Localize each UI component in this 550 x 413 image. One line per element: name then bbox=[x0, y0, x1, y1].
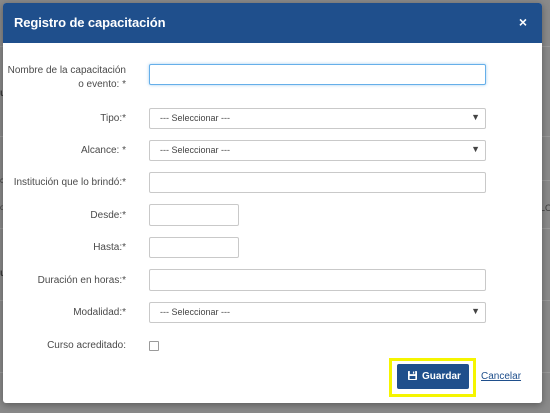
institucion-input[interactable] bbox=[149, 172, 486, 193]
tipo-select[interactable]: --- Seleccionar --- ▼ bbox=[149, 108, 486, 129]
floppy-disk-icon bbox=[408, 371, 417, 380]
alcance-select[interactable]: --- Seleccionar --- ▼ bbox=[149, 140, 486, 161]
tipo-selected-value: --- Seleccionar --- bbox=[160, 113, 231, 123]
modalidad-selected-value: --- Seleccionar --- bbox=[160, 307, 231, 317]
modalidad-select[interactable]: --- Seleccionar --- ▼ bbox=[149, 302, 486, 323]
save-button[interactable]: Guardar bbox=[397, 364, 469, 389]
tipo-label: Tipo:* bbox=[100, 113, 126, 124]
modalidad-label: Modalidad:* bbox=[73, 307, 126, 318]
hasta-date-input[interactable] bbox=[149, 237, 239, 258]
curso-acreditado-label: Curso acreditado: bbox=[47, 340, 126, 351]
modal-title: Registro de capacitación bbox=[14, 15, 166, 30]
institucion-label: Institución que lo brindó:* bbox=[13, 177, 126, 188]
chevron-down-icon: ▼ bbox=[471, 112, 480, 122]
alcance-selected-value: --- Seleccionar --- bbox=[160, 145, 231, 155]
chevron-down-icon: ▼ bbox=[471, 306, 480, 316]
cancel-link[interactable]: Cancelar bbox=[481, 371, 521, 382]
training-registration-modal: Registro de capacitación × Nombre de la … bbox=[3, 3, 542, 403]
nombre-label: Nombre de la capacitación o evento: * bbox=[7, 65, 126, 90]
desde-label: Desde:* bbox=[90, 210, 126, 221]
desde-date-input[interactable] bbox=[149, 204, 239, 226]
hasta-label: Hasta:* bbox=[93, 242, 126, 253]
alcance-label: Alcance: * bbox=[80, 145, 126, 156]
duracion-input[interactable] bbox=[149, 269, 486, 291]
nombre-input[interactable] bbox=[149, 64, 486, 85]
save-button-label: Guardar bbox=[422, 371, 461, 382]
curso-acreditado-checkbox[interactable] bbox=[149, 341, 159, 351]
chevron-down-icon: ▼ bbox=[471, 144, 480, 154]
modal-header: Registro de capacitación × bbox=[3, 3, 542, 43]
duracion-label: Duración en horas:* bbox=[37, 275, 126, 286]
close-icon[interactable]: × bbox=[515, 14, 531, 30]
